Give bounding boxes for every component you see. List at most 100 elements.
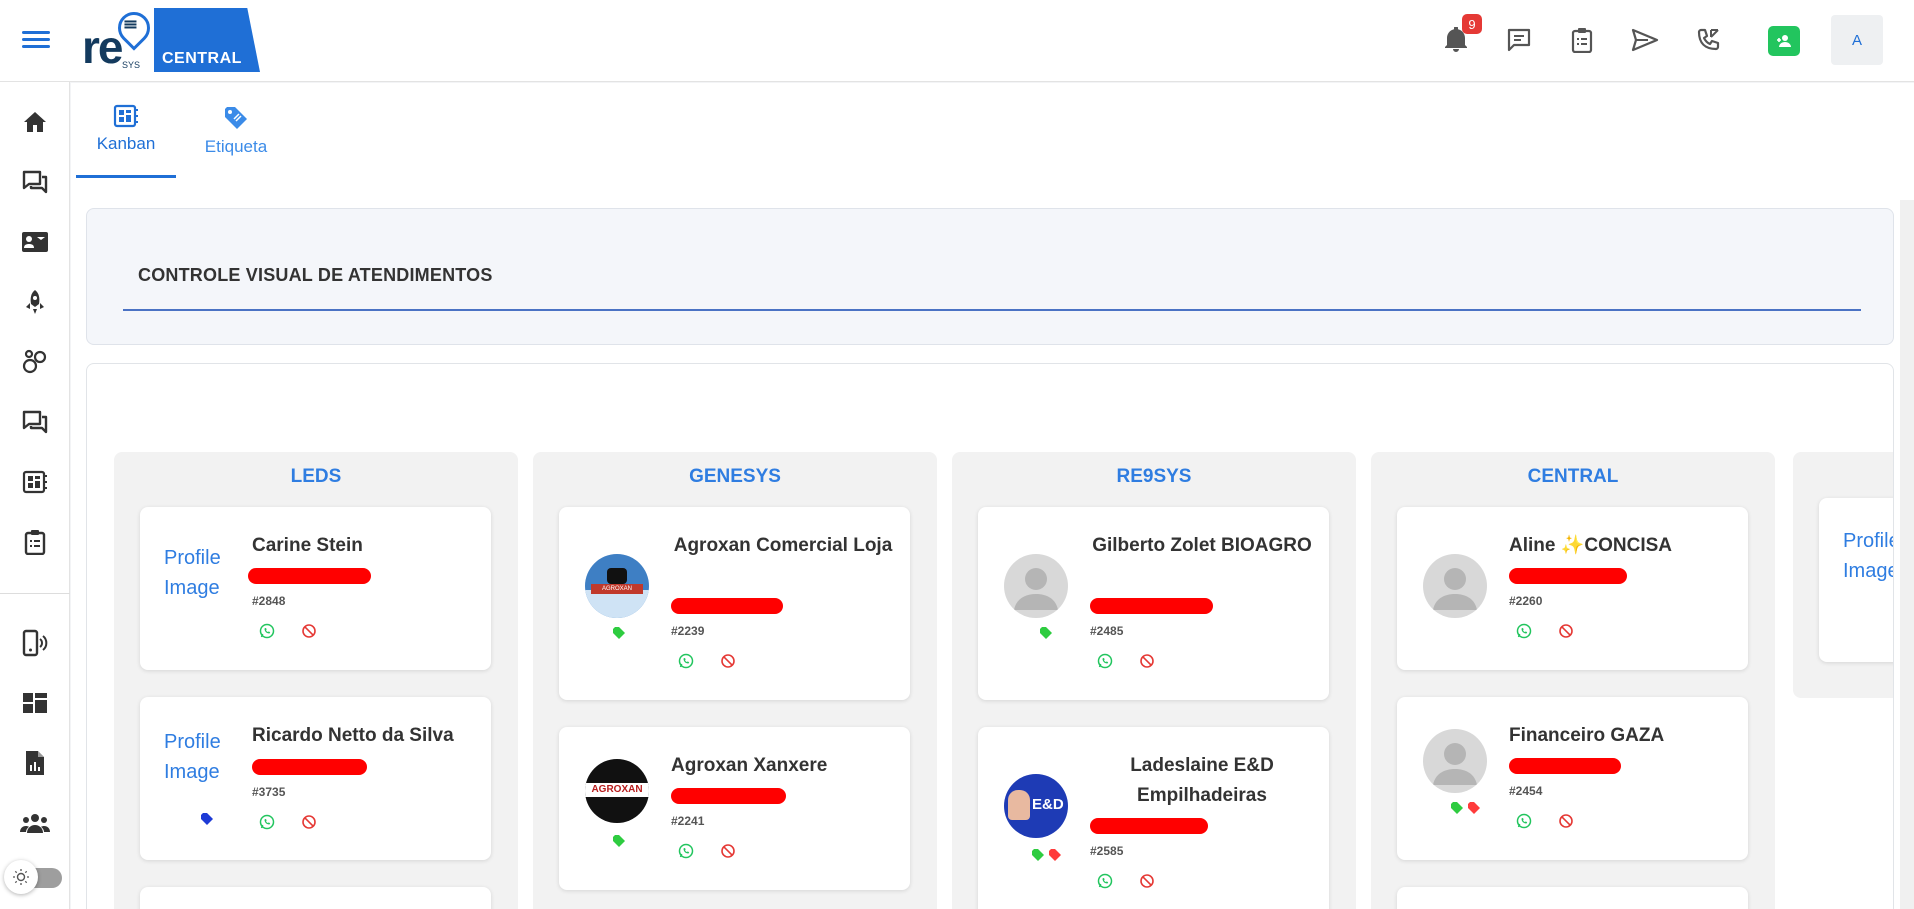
ticket-card[interactable]: Aline ✨CONCISA #2260: [1397, 507, 1748, 670]
ticket-card[interactable]: Profile Image Ricardo Netto da Silva #37…: [140, 697, 491, 860]
ticket-card[interactable]: AGROXAN Agroxan Comercial Loja #2239: [559, 507, 910, 700]
block-button[interactable]: [719, 842, 737, 860]
ticket-card[interactable]: Financeiro GAZA #2454: [1397, 697, 1748, 860]
chat-button[interactable]: [1503, 24, 1535, 56]
card-tags: [1039, 627, 1053, 639]
block-button[interactable]: [300, 813, 318, 831]
whatsapp-icon: [259, 623, 275, 639]
sun-icon: [4, 860, 38, 894]
block-button[interactable]: [1557, 622, 1575, 640]
avatar-text: AGROXAN: [585, 783, 649, 797]
redacted-phone: [1090, 598, 1213, 614]
whatsapp-icon: [259, 814, 275, 830]
default-avatar-icon: [1423, 729, 1487, 793]
kanban-column-leds: LEDS Profile Image Carine Stein #2848 Pr…: [114, 452, 518, 909]
tab-etiqueta-label: Etiqueta: [204, 136, 268, 156]
person-add-icon: [1777, 35, 1791, 47]
kanban-column-genesys: GENESYS AGROXAN Agroxan Comercial Loja #…: [533, 452, 937, 909]
sidebar-item-contacts[interactable]: [19, 226, 51, 258]
sidebar: [0, 82, 70, 909]
contact-avatar: AGROXAN: [585, 759, 649, 823]
send-button[interactable]: [1629, 24, 1661, 56]
ticket-id: #2485: [1090, 624, 1124, 638]
sidebar-item-kanban[interactable]: [19, 466, 51, 498]
whatsapp-icon: [678, 843, 694, 859]
card-tags: [1450, 802, 1481, 814]
block-button[interactable]: [1138, 872, 1156, 890]
redacted-phone: [1509, 568, 1627, 584]
contact-name: Aline ✨CONCISA: [1509, 535, 1673, 556]
whatsapp-button[interactable]: [258, 622, 276, 640]
notifications-button[interactable]: 9: [1440, 14, 1482, 56]
whatsapp-button[interactable]: [1515, 812, 1533, 830]
avatar-text: AGROXAN: [591, 584, 643, 594]
sidebar-item-users[interactable]: [19, 807, 51, 839]
users-icon: [20, 814, 50, 833]
contact-avatar: AGROXAN: [585, 554, 649, 618]
whatsapp-button[interactable]: [677, 652, 695, 670]
block-button[interactable]: [1557, 812, 1575, 830]
whatsapp-button[interactable]: [1515, 622, 1533, 640]
page-scrollbar[interactable]: [1900, 200, 1914, 909]
block-button[interactable]: [719, 652, 737, 670]
sidebar-item-messages[interactable]: [19, 406, 51, 438]
ticket-card[interactable]: Gilberto Zolet BIOAGRO #2485: [978, 507, 1329, 700]
sidebar-item-tasks[interactable]: [19, 526, 51, 558]
block-button[interactable]: [300, 622, 318, 640]
app-logo[interactable]: re SYS CENTRAL: [82, 5, 260, 73]
sidebar-item-groups[interactable]: [19, 346, 51, 378]
whatsapp-button[interactable]: [1096, 652, 1114, 670]
ticket-card[interactable]: E&D Ladeslaine E&D Empilhadeiras #2585: [978, 727, 1329, 909]
whatsapp-button[interactable]: [677, 842, 695, 860]
forum-icon: [22, 410, 48, 434]
ticket-card[interactable]: [140, 887, 491, 909]
card-tags: [200, 813, 214, 825]
ticket-id: #2585: [1090, 844, 1124, 858]
add-contact-button[interactable]: [1768, 26, 1800, 56]
card-tags: [612, 835, 626, 847]
user-avatar-button[interactable]: A: [1831, 15, 1883, 65]
profile-image-broken: Profile Image: [1843, 530, 1894, 582]
sidebar-item-chats[interactable]: [19, 166, 51, 198]
ticket-card[interactable]: Profile Image: [1819, 498, 1894, 662]
contact-name: Ricardo Netto da Silva: [252, 725, 454, 746]
call-button[interactable]: [1692, 24, 1724, 56]
ticket-card[interactable]: Profile Image Carine Stein #2848: [140, 507, 491, 670]
sidebar-item-dashboard[interactable]: [19, 687, 51, 719]
phone-sound-icon: [22, 629, 48, 657]
column-title: GENESYS: [689, 466, 781, 487]
sidebar-item-home[interactable]: [19, 106, 51, 138]
ticket-card[interactable]: AGROXAN Agroxan Xanxere #2241: [559, 727, 910, 890]
kanban-board: LEDS Profile Image Carine Stein #2848 Pr…: [86, 363, 1894, 909]
ticket-id: #2241: [671, 814, 705, 828]
report-file-icon: [26, 751, 44, 775]
chat-icon: [1507, 28, 1531, 52]
whatsapp-button[interactable]: [258, 813, 276, 831]
logo-re-text: re: [82, 21, 124, 73]
sidebar-item-connections[interactable]: [19, 627, 51, 659]
block-icon: [302, 815, 316, 829]
tab-kanban[interactable]: Kanban: [76, 83, 176, 178]
tab-etiqueta[interactable]: Etiqueta: [186, 83, 286, 178]
sidebar-item-campaigns[interactable]: [19, 286, 51, 318]
clipboard-icon: [24, 530, 46, 555]
ticket-id: #3735: [252, 785, 286, 799]
redacted-phone: [252, 759, 367, 775]
block-button[interactable]: [1138, 652, 1156, 670]
tasks-button[interactable]: [1566, 24, 1598, 56]
block-icon: [1559, 624, 1573, 638]
column-title: LEDS: [290, 466, 342, 487]
block-icon: [1559, 814, 1573, 828]
send-icon: [1631, 28, 1659, 52]
sidebar-divider: [0, 593, 70, 594]
menu-icon[interactable]: [22, 27, 50, 53]
tag-icon-green: [1032, 849, 1044, 861]
ticket-card[interactable]: [1397, 887, 1748, 909]
notification-badge: 9: [1462, 14, 1482, 34]
profile-image-broken: Profile Image: [164, 547, 221, 599]
theme-toggle[interactable]: [4, 860, 66, 894]
whatsapp-button[interactable]: [1096, 872, 1114, 890]
sidebar-item-reports[interactable]: [19, 747, 51, 779]
redacted-phone: [671, 788, 786, 804]
kanban-column-partial: Profile Image: [1793, 452, 1894, 698]
